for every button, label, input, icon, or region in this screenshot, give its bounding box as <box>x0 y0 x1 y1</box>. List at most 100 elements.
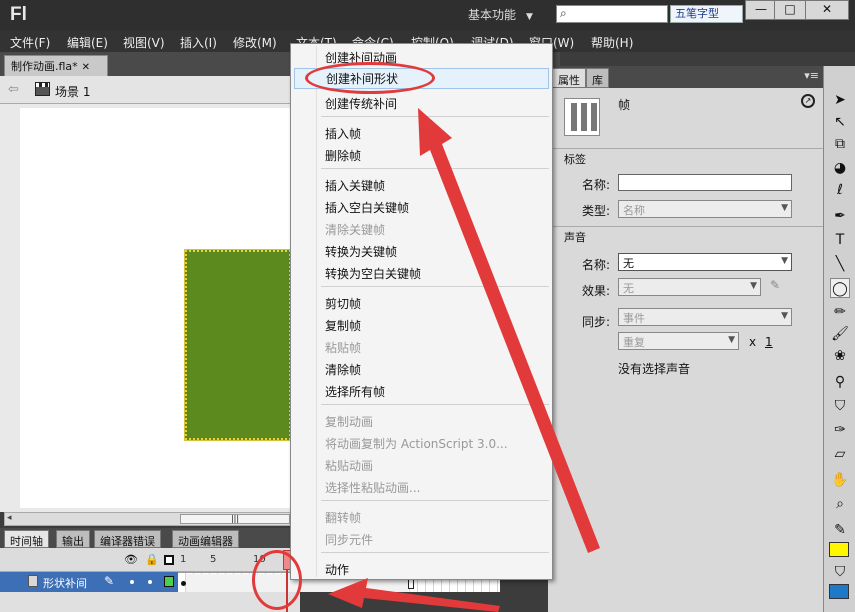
label-section-header[interactable]: 标签 <box>548 148 823 168</box>
close-icon[interactable]: ✕ <box>82 62 90 73</box>
menu-item-cut-frames[interactable]: 剪切帧 <box>325 295 361 312</box>
menu-separator <box>321 116 549 117</box>
menu-insert[interactable]: 插入(I) <box>180 34 217 51</box>
sync-select[interactable]: 事件 ▼ <box>618 308 792 326</box>
horizontal-scrollbar[interactable]: ◂ ||| <box>4 512 300 526</box>
oval-tool-icon[interactable]: ◯ <box>830 278 850 298</box>
3d-rotation-tool-icon[interactable]: ◕ <box>830 158 850 178</box>
timeline-tab-bar: 时间轴 输出 编译器错误 动画编辑器 <box>0 528 300 548</box>
no-sound-message: 没有选择声音 <box>618 362 691 376</box>
selection-tool-icon[interactable]: ➤ <box>830 90 850 110</box>
maximize-button[interactable]: □ <box>774 0 806 20</box>
scene-clapper-icon <box>35 82 50 96</box>
repeat-value: 重复 <box>623 336 645 349</box>
frame-name-field[interactable] <box>618 174 792 191</box>
chevron-down-icon: ▼ <box>781 203 788 213</box>
chevron-down-icon: ▼ <box>728 335 735 345</box>
outline-icon[interactable] <box>164 555 174 565</box>
hand-tool-icon[interactable]: ✋ <box>830 470 850 490</box>
title-bar: Fl 基本功能 ▼ ⌕ 五笔字型 — □ ✕ <box>0 0 855 30</box>
line-tool-icon[interactable]: ╲ <box>830 254 850 274</box>
eraser-tool-icon[interactable]: ▱ <box>830 444 850 464</box>
layer-name: 形状补间 <box>43 577 87 590</box>
menu-separator <box>321 552 549 553</box>
menu-item-reverse-frames: 翻转帧 <box>325 511 362 525</box>
properties-tab-bar: 属性 库 ▾≡ <box>548 66 823 88</box>
repeat-select[interactable]: 重复 ▼ <box>618 332 739 350</box>
keyframe-marker[interactable] <box>181 581 186 586</box>
tab-compiler-errors[interactable]: 编译器错误 <box>94 530 161 548</box>
scrollbar-thumb[interactable]: ||| <box>180 514 290 524</box>
eyedropper-tool-icon[interactable]: ✑ <box>830 420 850 440</box>
menu-item-convert-to-blank-keyframe[interactable]: 转换为空白关键帧 <box>325 265 421 282</box>
paint-bucket-tool-icon[interactable]: ⛉ <box>830 396 850 416</box>
menu-item-actions[interactable]: 动作 <box>325 561 349 578</box>
green-rectangle-shape[interactable] <box>184 249 292 441</box>
menu-item-convert-to-keyframe[interactable]: 转换为关键帧 <box>325 243 397 260</box>
document-tab[interactable]: 制作动画.fla* ✕ <box>4 55 108 76</box>
deco-tool-icon[interactable]: ❀ <box>830 346 850 366</box>
tab-properties[interactable]: 属性 <box>552 68 586 88</box>
tab-output[interactable]: 输出 <box>56 530 90 548</box>
pencil-icon: ✎ <box>104 574 115 588</box>
pen-tool-icon[interactable]: ✒ <box>830 206 850 226</box>
help-icon[interactable]: ↗ <box>801 94 815 108</box>
sound-name-select[interactable]: 无 ▼ <box>618 253 792 271</box>
lasso-tool-icon[interactable]: ℓ <box>830 180 850 200</box>
menu-help[interactable]: 帮助(H) <box>591 34 633 51</box>
search-input[interactable]: ⌕ <box>556 5 668 23</box>
document-tab-label: 制作动画.fla* <box>11 60 78 73</box>
subselection-tool-icon[interactable]: ↖ <box>830 112 850 132</box>
menu-edit[interactable]: 编辑(E) <box>67 34 108 51</box>
menu-view[interactable]: 视图(V) <box>123 34 165 51</box>
free-transform-tool-icon[interactable]: ⧉ <box>830 134 850 154</box>
effect-value: 无 <box>623 282 634 295</box>
menu-modify[interactable]: 修改(M) <box>233 34 277 51</box>
properties-panel: 帧 ↗ 标签 名称: 类型: 名称 ▼ 声音 名称: 无 ▼ 效果: 无 ▼ ✎ 同步… <box>548 88 823 612</box>
zoom-tool-icon[interactable]: ⌕ <box>830 494 850 514</box>
tab-timeline[interactable]: 时间轴 <box>4 530 49 548</box>
brush-tool-icon[interactable]: 🖌 <box>830 324 850 344</box>
close-button[interactable]: ✕ <box>805 0 849 20</box>
menu-item-copy-motion-as-as3: 将动画复制为 ActionScript 3.0... <box>325 437 508 451</box>
menu-separator <box>321 404 549 405</box>
menu-item-clear-frames[interactable]: 清除帧 <box>325 361 361 378</box>
fill-color-swatch[interactable] <box>829 584 849 599</box>
panel-menu-icon[interactable]: ▾≡ <box>804 69 819 82</box>
menu-item-insert-blank-keyframe[interactable]: 插入空白关键帧 <box>325 199 409 216</box>
repeat-count[interactable]: 1 <box>765 335 773 349</box>
menu-item-copy-frames[interactable]: 复制帧 <box>325 317 361 334</box>
tools-panel: ➤ ↖ ⧉ ◕ ℓ ✒ T ╲ ◯ ✏ 🖌 ❀ ⚲ ⛉ ✑ ▱ ✋ ⌕ ✎ ⛉ <box>823 66 855 612</box>
bone-tool-icon[interactable]: ⚲ <box>830 372 850 392</box>
menu-separator <box>321 500 549 501</box>
stroke-color-swatch[interactable] <box>829 542 849 557</box>
tab-library[interactable]: 库 <box>586 68 609 88</box>
sound-section-header[interactable]: 声音 <box>548 226 823 246</box>
sound-section-title: 声音 <box>564 231 586 244</box>
menu-item-select-all-frames[interactable]: 选择所有帧 <box>325 383 385 400</box>
menu-item-insert-keyframe[interactable]: 插入关键帧 <box>325 177 385 194</box>
chevron-down-icon: ▼ <box>526 12 533 22</box>
sound-name-label: 名称: <box>582 258 611 272</box>
lock-dot[interactable] <box>148 580 152 584</box>
menu-item-insert-frame[interactable]: 插入帧 <box>325 125 361 142</box>
pencil-tool-icon[interactable]: ✏ <box>830 302 850 322</box>
visibility-dot[interactable] <box>130 580 134 584</box>
scroll-left-icon[interactable]: ◂ <box>7 513 12 523</box>
edit-envelope-icon[interactable]: ✎ <box>770 278 780 292</box>
menu-file[interactable]: 文件(F) <box>10 34 50 51</box>
label-type-select[interactable]: 名称 ▼ <box>618 200 792 218</box>
end-frame-marker[interactable] <box>408 579 414 589</box>
menu-item-create-classic-tween[interactable]: 创建传统补间 <box>325 95 397 112</box>
back-arrow-icon[interactable]: ⇦ <box>8 82 19 97</box>
menu-item-remove-frames[interactable]: 删除帧 <box>325 147 361 164</box>
tab-motion-editor[interactable]: 动画编辑器 <box>172 530 239 548</box>
eye-icon[interactable]: 👁 <box>124 553 138 566</box>
minimize-button[interactable]: — <box>745 0 777 20</box>
layer-color-swatch[interactable] <box>164 576 174 587</box>
lock-icon[interactable]: 🔒 <box>145 553 159 566</box>
workspace-switcher[interactable]: 基本功能 ▼ <box>468 6 533 23</box>
effect-select[interactable]: 无 ▼ <box>618 278 761 296</box>
label-type-value: 名称 <box>623 204 645 217</box>
text-tool-icon[interactable]: T <box>830 230 850 250</box>
